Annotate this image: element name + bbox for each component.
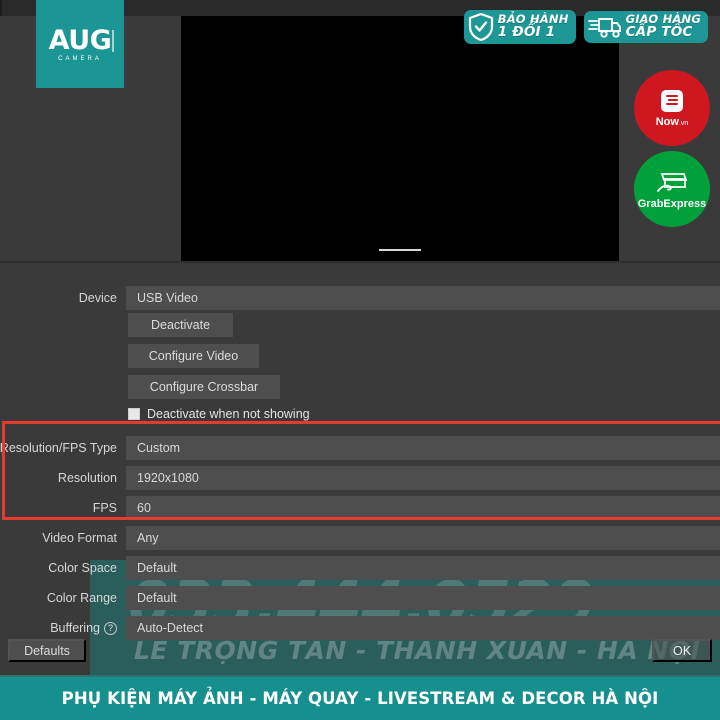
label-resolution: Resolution (0, 471, 126, 485)
deactivate-when-not-showing-row[interactable]: Deactivate when not showing (128, 407, 310, 421)
row-fps: FPS 60 (0, 493, 720, 523)
configure-video-button[interactable]: Configure Video (128, 344, 259, 368)
defaults-button[interactable]: Defaults (8, 639, 86, 662)
promo-badge-delivery-text: GIAO HÀNG CẤP TỐC (626, 14, 701, 39)
label-buffering: Buffering? (0, 621, 126, 635)
footer-text: PHỤ KIỆN MÁY ẢNH - MÁY QUAY - LIVESTREAM… (61, 689, 659, 708)
row-resolution: Resolution 1920x1080 (0, 463, 720, 493)
row-color-space: Color Space Default (0, 553, 720, 583)
service-badge-now-label: Now.vn (656, 116, 689, 128)
promo-badge-warranty-text: BẢO HÀNH 1 ĐỔI 1 (498, 14, 569, 39)
device-select[interactable]: USB Video (126, 286, 720, 310)
label-fps: FPS (0, 501, 126, 515)
row-resolution-fps-type: Resolution/FPS Type Custom (0, 433, 720, 463)
footer-bar: PHỤ KIỆN MÁY ẢNH - MÁY QUAY - LIVESTREAM… (0, 677, 720, 720)
video-preview[interactable] (181, 16, 619, 261)
label-color-space: Color Space (0, 561, 126, 575)
deactivate-when-not-showing-checkbox[interactable] (128, 408, 140, 420)
label-text: Color Range (46, 591, 117, 605)
color-range-select[interactable]: Default (126, 586, 720, 610)
screenshot-root: AUG CAMERA BẢO HÀNH 1 ĐỔI 1 GIAO HÀNG CẤ… (0, 0, 720, 720)
deactivate-when-not-showing-label: Deactivate when not showing (147, 407, 310, 421)
now-label-tld: .vn (678, 119, 689, 127)
service-badge-grab-label: GrabExpress (637, 197, 707, 210)
warranty-line-2: 1 ĐỔI 1 (497, 23, 556, 40)
label-text: Buffering (50, 621, 100, 635)
promo-badge-row: BẢO HÀNH 1 ĐỔI 1 GIAO HÀNG CẤP TỐC (463, 10, 708, 44)
label-device: Device (78, 291, 117, 305)
buffering-select[interactable]: Auto-Detect (126, 616, 720, 640)
now-receipt-icon (660, 89, 684, 113)
now-label-text: Now (655, 115, 679, 128)
delivery-line-2: CẤP TỐC (625, 23, 693, 40)
logo-text-main: AUG (48, 24, 112, 56)
label-text: Color Space (48, 561, 117, 575)
logo-text-sub: CAMERA (58, 55, 102, 62)
row-device: Device USB Video (0, 283, 720, 313)
delivery-truck-icon (587, 14, 622, 40)
label-text: Video Format (42, 531, 117, 545)
video-format-select[interactable]: Any (126, 526, 720, 550)
color-space-select[interactable]: Default (126, 556, 720, 580)
row-buffering: Buffering? Auto-Detect (0, 613, 720, 643)
aug-camera-logo: AUG CAMERA (36, 0, 124, 88)
label-text: Resolution (57, 471, 117, 485)
deactivate-button[interactable]: Deactivate (128, 313, 233, 337)
resolution-select[interactable]: 1920x1080 (126, 466, 720, 490)
label-text: FPS (92, 501, 117, 515)
label-color-range: Color Range (0, 591, 126, 605)
logo-accent-bar (112, 30, 114, 52)
label-video-format: Video Format (0, 531, 126, 545)
configure-crossbar-button[interactable]: Configure Crossbar (128, 375, 280, 399)
help-icon[interactable]: ? (104, 621, 117, 635)
promo-badge-warranty: BẢO HÀNH 1 ĐỔI 1 (463, 10, 576, 44)
preview-scrub-line (379, 249, 421, 251)
shield-check-icon (468, 13, 494, 41)
fps-select[interactable]: 60 (126, 496, 720, 520)
ok-button[interactable]: OK (652, 639, 712, 662)
footer-divider (0, 675, 720, 677)
label-text: Resolution/FPS Type (0, 441, 117, 455)
row-color-range: Color Range Default (0, 583, 720, 613)
service-badge-now: Now.vn (634, 70, 710, 146)
resolution-fps-type-select[interactable]: Custom (126, 436, 720, 460)
row-video-format: Video Format Any (0, 523, 720, 553)
promo-badge-delivery: GIAO HÀNG CẤP TỐC (583, 11, 708, 43)
service-badge-grabexpress: GrabExpress (634, 151, 710, 227)
grab-parcel-hand-icon (656, 169, 688, 195)
label-resolution-fps-type: Resolution/FPS Type (0, 441, 126, 455)
